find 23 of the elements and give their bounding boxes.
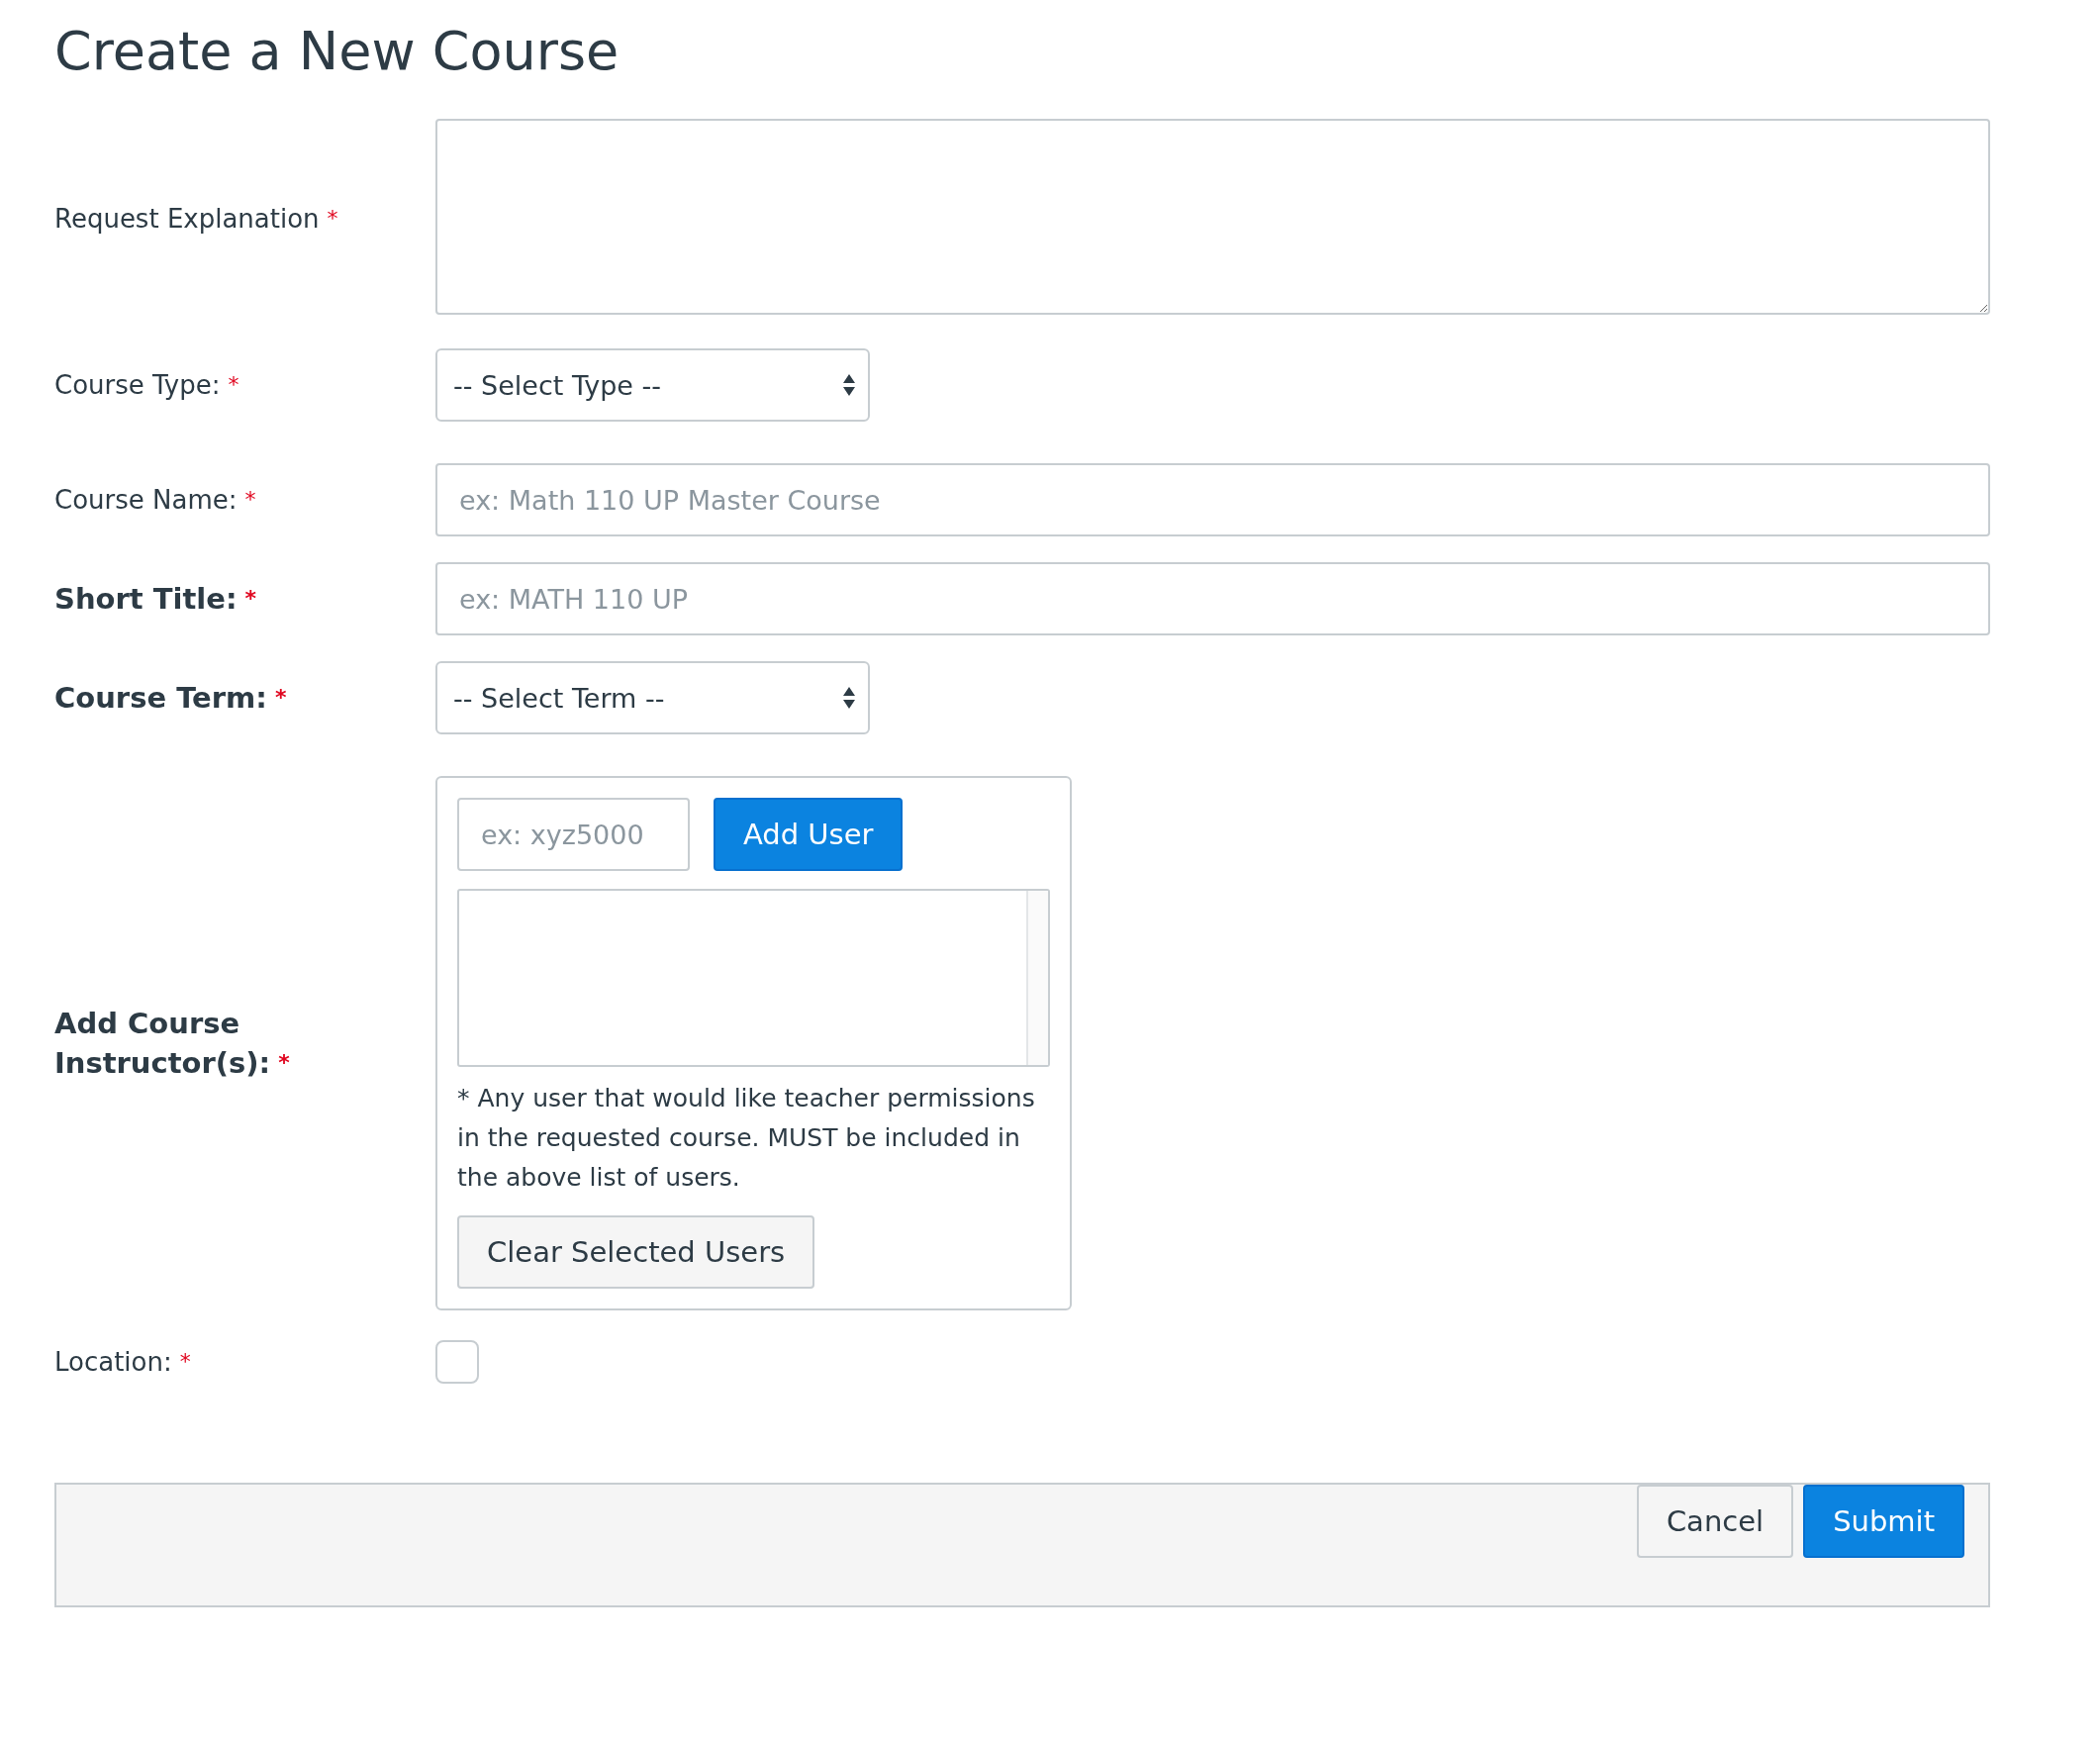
field-label: Request Explanation *: [54, 203, 339, 236]
submit-button[interactable]: Submit: [1803, 1485, 1964, 1558]
field-label: Location: *: [54, 1346, 192, 1379]
cancel-button[interactable]: Cancel: [1636, 1485, 1794, 1558]
select-field[interactable]: -- Select Type --: [435, 348, 870, 422]
field-label: Course Name: *: [54, 484, 257, 517]
field-label: Add Course Instructor(s): *: [54, 1006, 291, 1082]
users-list[interactable]: [457, 889, 1050, 1067]
text-input[interactable]: ex: MATH 110 UP: [435, 562, 1990, 635]
select-arrows-icon: [842, 686, 856, 710]
field-label: Course Term: *: [54, 680, 288, 717]
select-arrows-icon: [842, 373, 856, 397]
explanation-textarea[interactable]: [435, 119, 1990, 315]
location-checkbox[interactable]: [435, 1340, 479, 1384]
instructor-note: * Any user that would like teacher permissions in the requested course. MUST be included in the above list of users.: [457, 1083, 1036, 1194]
page-title: Create a New Course: [54, 19, 620, 84]
select-field[interactable]: -- Select Term --: [435, 661, 870, 734]
field-label: Short Title: *: [54, 581, 258, 618]
field-label: Course Type: *: [54, 369, 240, 402]
text-input[interactable]: ex: Math 110 UP Master Course: [435, 463, 1990, 536]
add-user-button[interactable]: Add User: [714, 798, 904, 871]
user-input[interactable]: ex: xyz5000: [457, 798, 690, 871]
clear-users-button[interactable]: Clear Selected Users: [457, 1215, 815, 1289]
